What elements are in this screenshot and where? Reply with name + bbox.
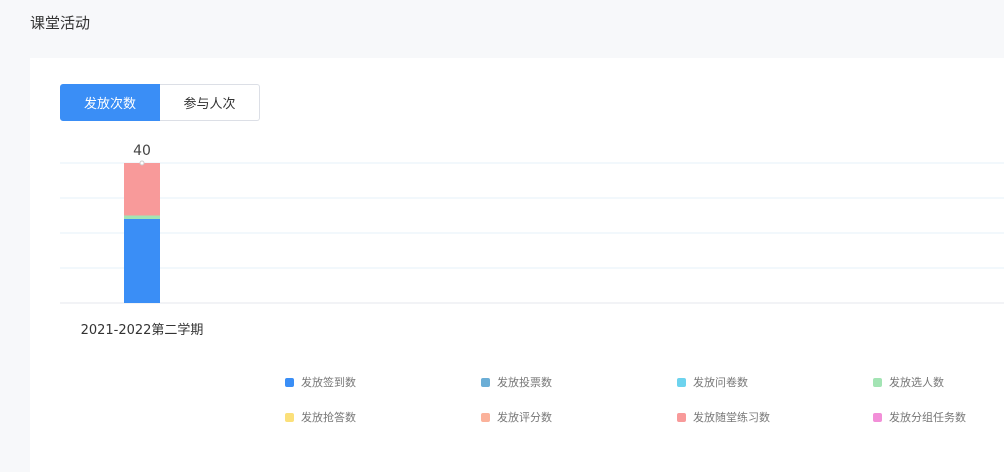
legend-swatch — [677, 377, 686, 387]
legend-label: 发放选人数 — [889, 376, 944, 389]
legend-swatch — [285, 377, 294, 387]
legend-item[interactable]: 发放问卷数 — [677, 374, 873, 390]
legend-item[interactable]: 发放签到数 — [285, 374, 481, 390]
legend-swatch — [481, 412, 490, 422]
page-title: 课堂活动 — [30, 14, 91, 32]
legend-swatch — [285, 412, 294, 422]
legend-swatch — [481, 377, 490, 387]
legend-label: 发放抢答数 — [301, 411, 356, 424]
x-tick-label: 2021-2022第二学期 — [81, 322, 204, 338]
bar-segment-4[interactable] — [124, 215, 160, 220]
legend-item[interactable]: 发放抢答数 — [285, 409, 481, 425]
legend-item[interactable]: 发放分组任务数 — [873, 409, 1004, 425]
legend-item[interactable]: 发放选人数 — [873, 374, 1004, 390]
legend-swatch — [873, 412, 882, 422]
legend-item[interactable]: 发放随堂练习数 — [677, 409, 873, 425]
legend-label: 发放投票数 — [497, 376, 552, 389]
legend-swatch — [873, 377, 882, 387]
legend-label: 发放问卷数 — [693, 376, 748, 389]
legend-label: 发放签到数 — [301, 376, 356, 389]
bar-segment-7[interactable] — [124, 163, 160, 216]
legend-item[interactable]: 发放投票数 — [481, 374, 677, 390]
legend-label: 发放分组任务数 — [889, 411, 966, 424]
chart-card: 发放次数 参与人次 40 2021-2022第二学期 发放签到数 发放投票数 发放问卷… — [30, 58, 1004, 472]
chart-legend: 发放签到数 发放投票数 发放问卷数 发放选人数发放抢答数 发放评分数 发放随堂练习数 发放分… — [285, 374, 1004, 425]
stacked-bar-chart: 40 2021-2022第二学期 — [60, 143, 1004, 338]
legend-label: 发放随堂练习数 — [693, 411, 770, 424]
bar-total-label: 40 — [133, 143, 151, 159]
legend-swatch — [677, 412, 686, 422]
legend-item[interactable]: 发放评分数 — [481, 409, 677, 425]
bar-top-marker — [139, 160, 145, 166]
bar-segment-1[interactable] — [124, 219, 160, 303]
legend-label: 发放评分数 — [497, 411, 552, 424]
